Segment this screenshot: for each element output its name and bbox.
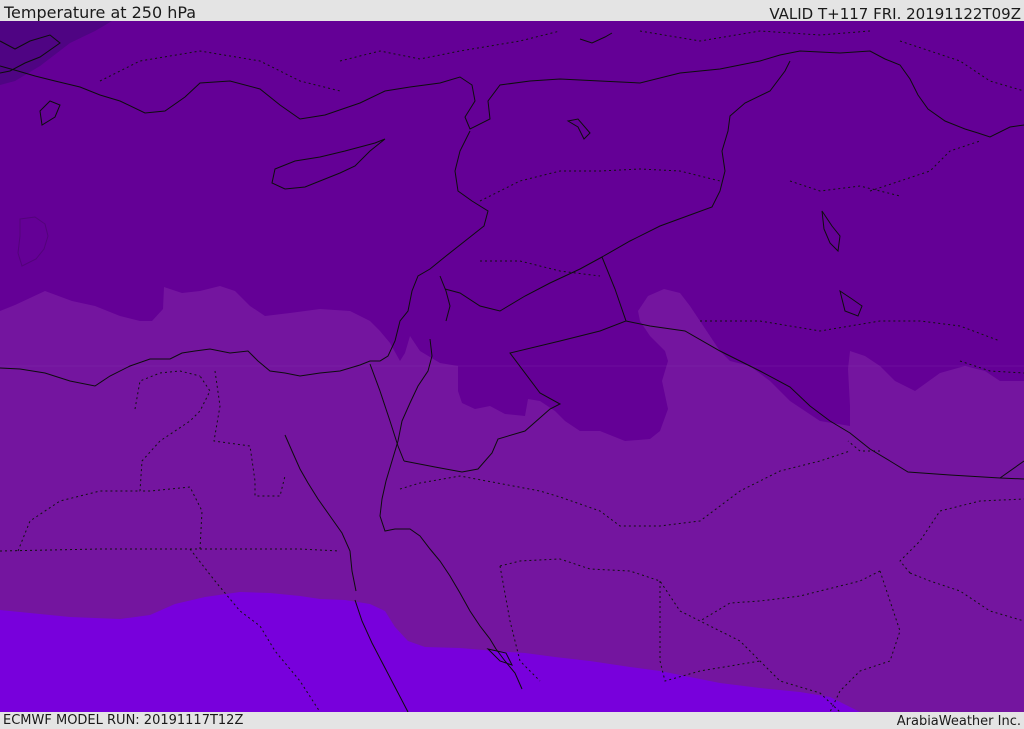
bottom-bar: ECMWF MODEL RUN: 20191117T12Z ArabiaWeat…	[0, 712, 1024, 729]
credit-label: ArabiaWeather Inc.	[896, 714, 1021, 729]
model-run: ECMWF MODEL RUN: 20191117T12Z	[3, 713, 244, 728]
top-bar: Temperature at 250 hPa VALID T+117 FRI. …	[0, 0, 1024, 23]
map-canvas	[0, 21, 1024, 712]
weather-map[interactable]	[0, 21, 1024, 712]
map-title: Temperature at 250 hPa	[4, 3, 197, 22]
